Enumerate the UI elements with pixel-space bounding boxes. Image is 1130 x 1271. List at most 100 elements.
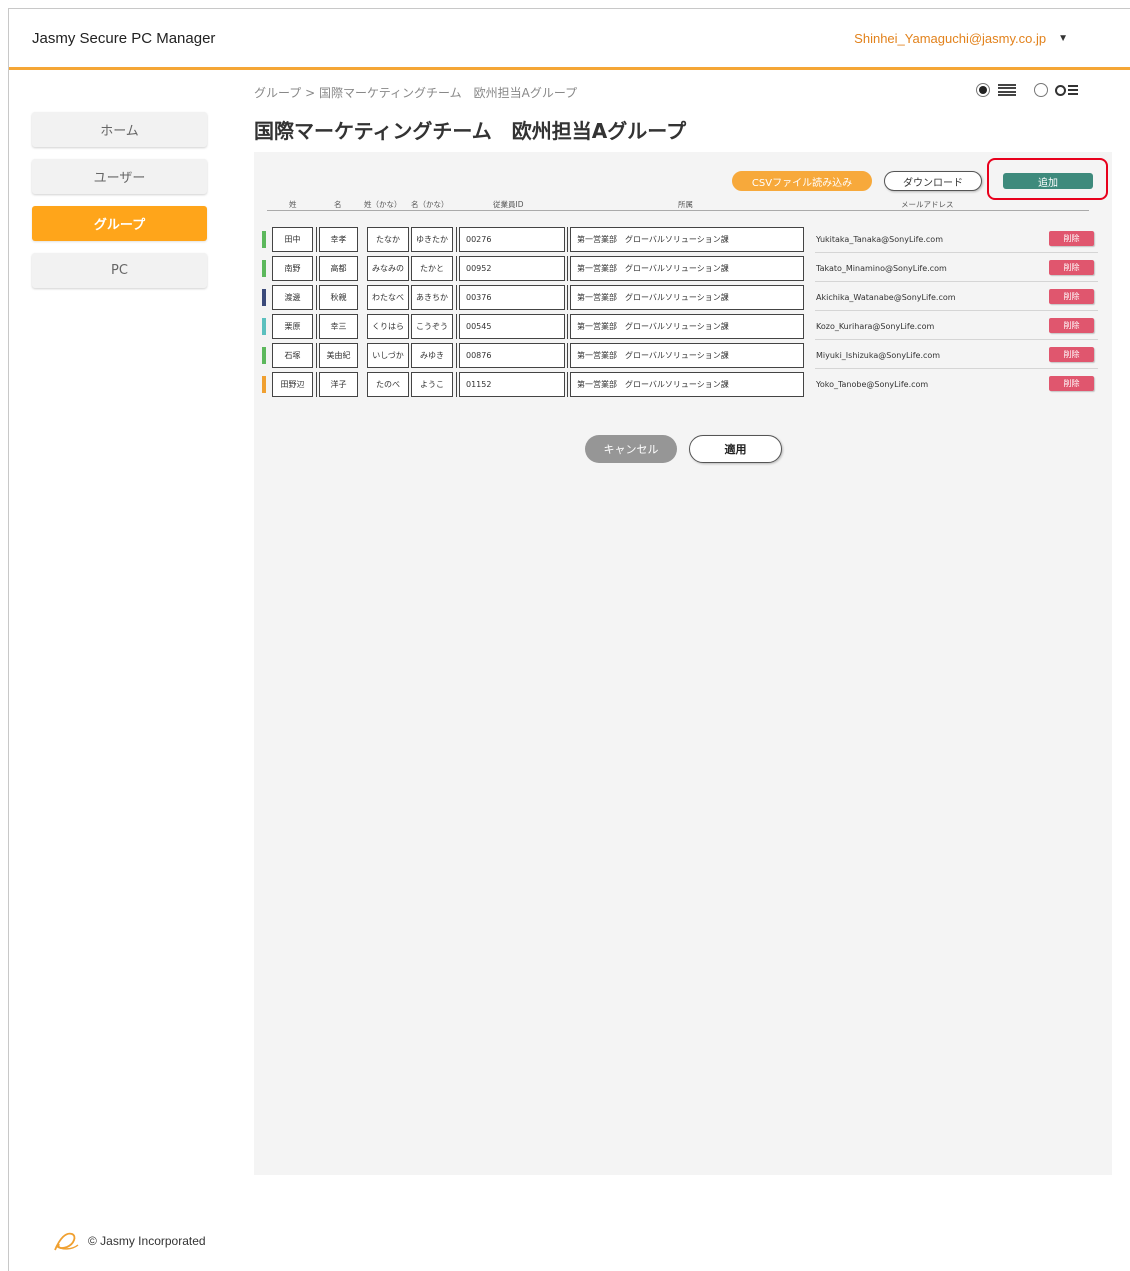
email-text: Yoko_Tanobe@SonyLife.com (816, 380, 929, 389)
first-name-kana-field[interactable]: たかと (411, 256, 453, 281)
employee-id-field[interactable]: 00276 (459, 227, 565, 252)
cell-divider (316, 227, 317, 252)
first-name-kana-field[interactable]: みゆき (411, 343, 453, 368)
department-field[interactable]: 第一営業部 グローバルソリューション課 (570, 372, 804, 397)
employee-id-field[interactable]: 00376 (459, 285, 565, 310)
email-text: Yukitaka_Tanaka@SonyLife.com (816, 235, 943, 244)
first-name-field[interactable]: 秋親 (319, 285, 358, 310)
first-name-field[interactable]: 幸三 (319, 314, 358, 339)
last-name-kana-field[interactable]: たなか (367, 227, 409, 252)
apply-button[interactable]: 適用 (689, 435, 782, 463)
column-header: 姓（かな） (364, 200, 402, 209)
sidebar-item-users[interactable]: ユーザー (32, 159, 207, 194)
cancel-button[interactable]: キャンセル (585, 435, 677, 463)
delete-button[interactable]: 削除 (1049, 376, 1094, 391)
add-button[interactable]: 追加 (1003, 173, 1093, 189)
last-name-kana-field[interactable]: くりはら (367, 314, 409, 339)
table-row: 栗原 幸三 くりはら こうぞう 00545 第一営業部 グローバルソリューション… (262, 313, 1098, 340)
user-list-icon (1055, 82, 1083, 98)
cell-divider (567, 314, 568, 339)
sidebar-item-label: ユーザー (93, 171, 146, 186)
first-name-kana-field[interactable]: こうぞう (411, 314, 453, 339)
delete-button[interactable]: 削除 (1049, 289, 1094, 304)
first-name-kana-field[interactable]: ようこ (411, 372, 453, 397)
sidebar-item-pc[interactable]: PC (32, 253, 207, 288)
employee-id-field[interactable]: 00876 (459, 343, 565, 368)
cell-divider (316, 343, 317, 368)
last-name-kana-field[interactable]: わたなべ (367, 285, 409, 310)
sidebar: ホーム ユーザー グループ PC (32, 112, 207, 300)
row-divider (815, 339, 1098, 340)
row-divider (815, 281, 1098, 282)
first-name-kana-field[interactable]: ゆきたか (411, 227, 453, 252)
last-name-field[interactable]: 渡邊 (272, 285, 313, 310)
employee-id-field[interactable]: 00952 (459, 256, 565, 281)
department-field[interactable]: 第一営業部 グローバルソリューション課 (570, 285, 804, 310)
column-header: メールアドレス (901, 200, 954, 209)
row-color-bar (262, 347, 266, 364)
first-name-field[interactable]: 高都 (319, 256, 358, 281)
table-header: 姓 名 姓（かな） 名（かな） 従業員ID 所属 メールアドレス (267, 198, 1089, 211)
delete-button[interactable]: 削除 (1049, 231, 1094, 246)
sidebar-item-groups[interactable]: グループ (32, 206, 207, 241)
last-name-kana-field[interactable]: いしづか (367, 343, 409, 368)
member-panel: CSVファイル読み込み ダウンロード 追加 姓 名 姓（かな） 名（かな） 従業… (254, 152, 1112, 1175)
column-header: 所属 (678, 200, 693, 209)
cell-divider (567, 256, 568, 281)
cell-divider (456, 227, 457, 252)
list-view-radio[interactable] (976, 83, 990, 97)
csv-import-button[interactable]: CSVファイル読み込み (732, 171, 872, 191)
table-row: 南野 高都 みなみの たかと 00952 第一営業部 グローバルソリューション課… (262, 255, 1098, 282)
column-header: 姓 (289, 200, 297, 209)
table-row: 田野辺 洋子 たのべ ようこ 01152 第一営業部 グローバルソリューション課… (262, 371, 1098, 398)
delete-button[interactable]: 削除 (1049, 347, 1094, 362)
cell-divider (456, 285, 457, 310)
cell-divider (316, 285, 317, 310)
download-button[interactable]: ダウンロード (884, 171, 982, 191)
department-field[interactable]: 第一営業部 グローバルソリューション課 (570, 343, 804, 368)
user-view-radio[interactable] (1034, 83, 1048, 97)
email-text: Akichika_Watanabe@SonyLife.com (816, 293, 956, 302)
employee-id-field[interactable]: 00545 (459, 314, 565, 339)
breadcrumb[interactable]: グループ > 国際マーケティングチーム 欧州担当Aグループ (254, 84, 577, 101)
cell-divider (316, 314, 317, 339)
row-divider (815, 368, 1098, 369)
cell-divider (316, 256, 317, 281)
chevron-down-icon[interactable]: ▼ (1058, 33, 1068, 44)
delete-button[interactable]: 削除 (1049, 260, 1094, 275)
department-field[interactable]: 第一営業部 グローバルソリューション課 (570, 314, 804, 339)
user-email[interactable]: Shinhei_Yamaguchi@jasmy.co.jp (854, 31, 1046, 46)
last-name-kana-field[interactable]: たのべ (367, 372, 409, 397)
first-name-field[interactable]: 幸孝 (319, 227, 358, 252)
cell-divider (567, 285, 568, 310)
cell-divider (567, 372, 568, 397)
row-divider (815, 252, 1098, 253)
sidebar-item-label: ホーム (100, 124, 139, 139)
sidebar-item-label: グループ (93, 218, 146, 233)
cell-divider (456, 372, 457, 397)
last-name-field[interactable]: 石塚 (272, 343, 313, 368)
last-name-field[interactable]: 田野辺 (272, 372, 313, 397)
column-header: 従業員ID (493, 200, 524, 209)
list-icon (998, 84, 1016, 96)
last-name-field[interactable]: 田中 (272, 227, 313, 252)
first-name-field[interactable]: 美由紀 (319, 343, 358, 368)
sidebar-item-label: PC (111, 263, 128, 278)
last-name-field[interactable]: 南野 (272, 256, 313, 281)
delete-button[interactable]: 削除 (1049, 318, 1094, 333)
footer: © Jasmy Incorporated (52, 1230, 206, 1252)
department-field[interactable]: 第一営業部 グローバルソリューション課 (570, 227, 804, 252)
copyright-text: © Jasmy Incorporated (88, 1234, 206, 1248)
first-name-kana-field[interactable]: あきちか (411, 285, 453, 310)
user-menu[interactable]: Shinhei_Yamaguchi@jasmy.co.jp ▼ (854, 31, 1068, 46)
last-name-field[interactable]: 栗原 (272, 314, 313, 339)
cell-divider (456, 343, 457, 368)
top-header: Jasmy Secure PC Manager Shinhei_Yamaguch… (9, 9, 1130, 67)
sidebar-item-home[interactable]: ホーム (32, 112, 207, 147)
cell-divider (567, 227, 568, 252)
employee-id-field[interactable]: 01152 (459, 372, 565, 397)
last-name-kana-field[interactable]: みなみの (367, 256, 409, 281)
first-name-field[interactable]: 洋子 (319, 372, 358, 397)
department-field[interactable]: 第一営業部 グローバルソリューション課 (570, 256, 804, 281)
email-text: Takato_Minamino@SonyLife.com (816, 264, 947, 273)
